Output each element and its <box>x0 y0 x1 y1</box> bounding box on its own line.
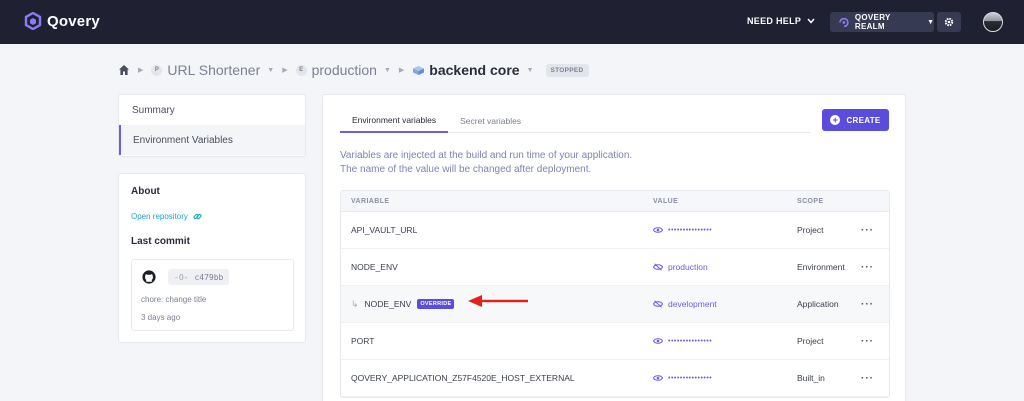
commit-hash-button[interactable]: -O- c479bb <box>168 269 230 285</box>
masked-value: ••••••••••••••• <box>668 337 713 345</box>
create-label: CREATE <box>846 115 881 125</box>
sidebar-item-environment-variables[interactable]: Environment Variables <box>119 125 305 155</box>
settings-button[interactable] <box>937 12 961 32</box>
eye-icon[interactable] <box>653 226 663 234</box>
variable-scope: Application <box>797 299 839 309</box>
table-row[interactable]: PORT ••••••••••••••• Project ··· <box>341 323 889 360</box>
plus-icon: + <box>830 115 841 125</box>
commit-hash: c479bb <box>194 272 224 282</box>
sidebar-item-summary[interactable]: Summary <box>119 95 305 125</box>
variables-description: Variables are injected at the build and … <box>340 149 632 177</box>
masked-value: ••••••••••••••• <box>668 374 713 382</box>
qovery-logo-icon <box>24 12 42 30</box>
masked-value: ••••••••••••••• <box>668 226 713 234</box>
environment-variables-panel: Environment variables Secret variables +… <box>322 94 906 401</box>
create-variable-button[interactable]: + CREATE <box>822 109 889 131</box>
column-header-value: VALUE <box>653 197 679 205</box>
variable-scope: Project <box>797 225 824 235</box>
project-letter-icon: P <box>151 64 163 76</box>
table-header: VARIABLE VALUE SCOPE <box>341 191 889 212</box>
variable-name: PORT <box>351 336 375 346</box>
chevron-right-icon: ▶ <box>282 67 288 74</box>
commit-card: -O- c479bb chore: change title 3 days ag… <box>131 259 294 331</box>
last-commit-title: Last commit <box>131 236 190 247</box>
open-repository-link[interactable]: Open repository <box>131 212 202 221</box>
row-actions-button[interactable]: ··· <box>861 262 889 273</box>
brand-name: Qovery <box>47 12 100 30</box>
variable-value: production <box>653 262 797 272</box>
override-badge: OVERRIDE <box>417 299 455 309</box>
variable-scope: Project <box>797 336 824 346</box>
application-cube-icon <box>413 65 425 75</box>
variable-name: QOVERY_APPLICATION_Z57F4520E_HOST_EXTERN… <box>351 373 575 383</box>
caret-down-icon[interactable]: ▼ <box>384 67 391 74</box>
description-line: Variables are injected at the build and … <box>340 150 633 161</box>
chevron-right-icon: ▶ <box>138 67 144 74</box>
open-repository-label: Open repository <box>131 212 188 221</box>
variables-tabs: Environment variables Secret variables <box>340 109 810 133</box>
commit-icon: -O- <box>174 272 189 282</box>
chevron-right-icon: ▶ <box>398 67 405 74</box>
table-row[interactable]: API_VAULT_URL ••••••••••••••• Project ··… <box>341 212 889 249</box>
gear-icon <box>944 17 954 27</box>
top-navigation-bar: Qovery NEED HELP QOVERY REALM ▼ <box>0 0 1024 44</box>
row-actions-button[interactable]: ··· <box>861 299 889 310</box>
description-line: The name of the value will be changed af… <box>340 164 592 175</box>
github-icon <box>142 270 156 284</box>
caret-down-icon[interactable]: ▼ <box>527 67 534 74</box>
variable-value: ••••••••••••••• <box>653 226 797 234</box>
home-icon[interactable] <box>118 64 130 76</box>
variable-name: NODE_ENV <box>351 262 398 272</box>
variable-value: ••••••••••••••• <box>653 374 797 382</box>
environment-letter-icon: E <box>295 64 307 76</box>
chevron-down-icon <box>807 18 815 24</box>
annotation-arrow-icon <box>468 295 528 307</box>
variable-value: development <box>653 299 797 309</box>
tab-environment-variables[interactable]: Environment variables <box>340 109 449 133</box>
status-badge: STOPPED <box>545 63 589 77</box>
variable-value: ••••••••••••••• <box>653 337 797 345</box>
variable-name: API_VAULT_URL <box>351 225 418 235</box>
eye-off-icon[interactable] <box>653 263 663 271</box>
table-row[interactable]: QOVERY_APPLICATION_Z57F4520E_HOST_EXTERN… <box>341 360 889 397</box>
realm-icon <box>839 17 849 27</box>
plain-value: development <box>668 299 717 309</box>
realm-selector[interactable]: QOVERY REALM ▼ <box>830 12 934 32</box>
row-actions-button[interactable]: ··· <box>861 373 889 384</box>
brand-logo[interactable]: Qovery <box>24 12 100 30</box>
override-arrow-icon: ↳ <box>351 298 359 309</box>
plain-value: production <box>668 262 708 272</box>
variable-name: NODE_ENV <box>364 299 412 309</box>
breadcrumb-environment[interactable]: production <box>312 62 377 78</box>
need-help-menu[interactable]: NEED HELP <box>747 16 815 26</box>
caret-down-icon: ▼ <box>927 18 934 26</box>
commit-message: chore: change title <box>141 295 207 304</box>
column-header-scope: SCOPE <box>797 197 824 205</box>
realm-label: QOVERY REALM <box>854 13 891 31</box>
variables-table: VARIABLE VALUE SCOPE API_VAULT_URL •••••… <box>340 190 890 398</box>
link-icon <box>193 213 202 220</box>
breadcrumb: ▶ P URL Shortener ▼ ▶ E production ▼ ▶ b… <box>118 60 589 80</box>
variable-scope: Built_in <box>797 373 825 383</box>
commit-date: 3 days ago <box>141 313 181 322</box>
column-header-variable: VARIABLE <box>351 197 390 205</box>
about-card: About Open repository Last commit -O- c4… <box>118 173 306 343</box>
eye-icon[interactable] <box>653 337 663 345</box>
eye-off-icon[interactable] <box>653 300 663 308</box>
breadcrumb-application[interactable]: backend core <box>429 62 519 78</box>
row-actions-button[interactable]: ··· <box>861 336 889 347</box>
variable-scope: Environment <box>797 262 845 272</box>
tab-secret-variables[interactable]: Secret variables <box>448 109 533 133</box>
eye-icon[interactable] <box>653 374 663 382</box>
row-actions-button[interactable]: ··· <box>861 225 889 236</box>
need-help-label: NEED HELP <box>747 16 802 26</box>
table-row[interactable]: NODE_ENV production Environment ··· <box>341 249 889 286</box>
breadcrumb-project[interactable]: URL Shortener <box>167 62 260 78</box>
table-row-override[interactable]: ↳ NODE_ENV OVERRIDE development Applicat… <box>341 286 889 323</box>
user-avatar[interactable] <box>983 12 1003 32</box>
application-sidebar: Summary Environment Variables <box>118 94 306 157</box>
caret-down-icon[interactable]: ▼ <box>267 67 274 74</box>
about-title: About <box>131 186 160 197</box>
